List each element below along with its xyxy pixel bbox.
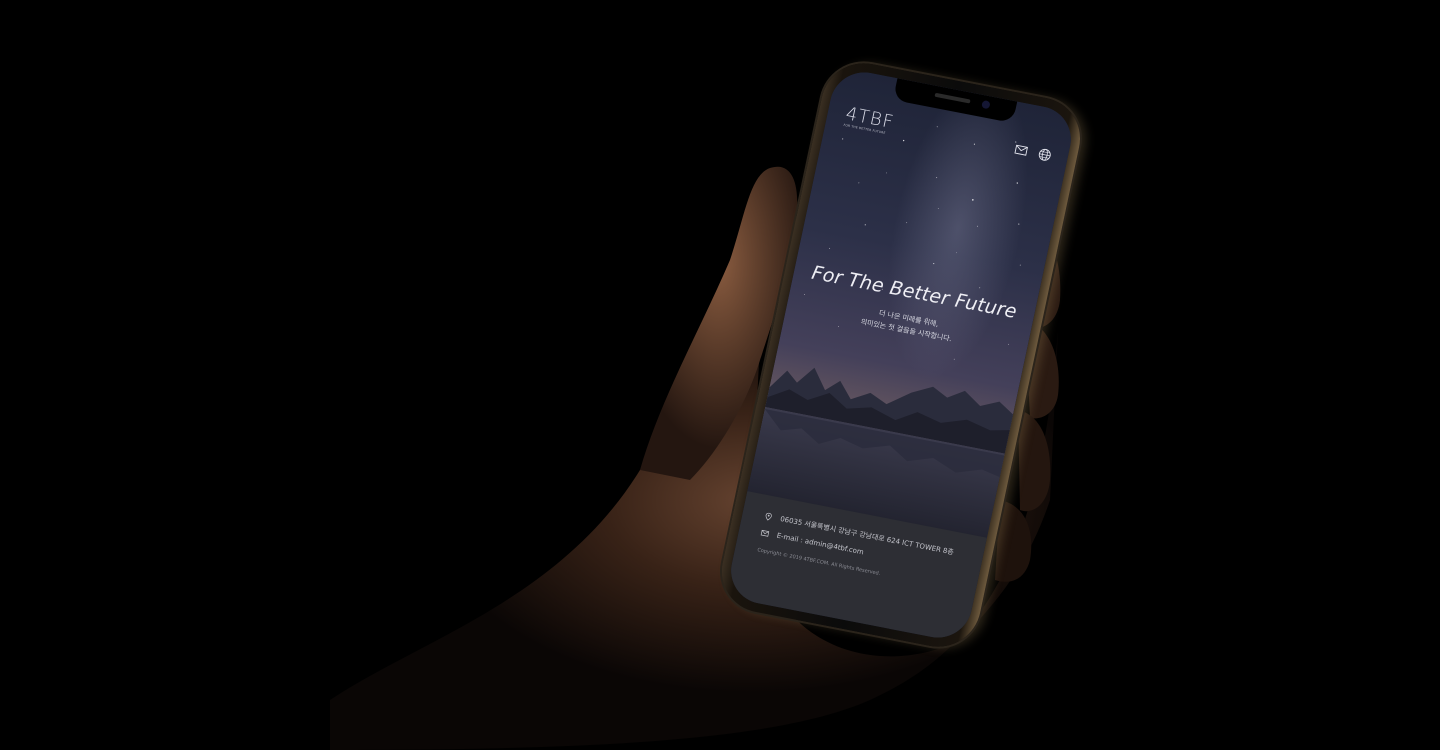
mail-icon[interactable] (1013, 142, 1030, 158)
speaker-grille (934, 92, 971, 104)
front-camera (981, 99, 991, 110)
mail-icon (760, 529, 770, 537)
mockup-stage: 4TBF FOR THE BETTER FUTURE For The Bette… (0, 0, 1440, 750)
globe-icon[interactable] (1036, 147, 1053, 163)
hand-illustration (330, 166, 1061, 750)
location-pin-icon (765, 512, 772, 521)
